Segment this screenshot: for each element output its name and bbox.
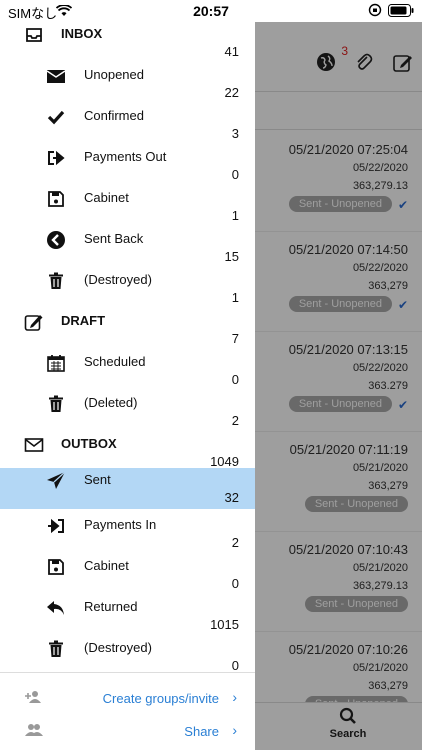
floppy-icon	[48, 559, 64, 575]
folder-inbox[interactable]: INBOX 41	[0, 22, 255, 63]
inbox-icon	[26, 28, 42, 42]
trash-icon	[49, 640, 63, 657]
folder-count: 1049	[210, 454, 239, 469]
folder-deleted[interactable]: (Deleted) 2	[0, 391, 255, 432]
folder-payments-out[interactable]: Payments Out 0	[0, 145, 255, 186]
folder-label: Confirmed	[84, 108, 144, 123]
arrow-left-circle-icon	[47, 231, 65, 249]
envelope-outline-icon	[24, 438, 44, 452]
folder-label: (Deleted)	[84, 395, 138, 410]
sign-out-icon	[48, 150, 65, 166]
chevron-right-icon: ›	[232, 689, 237, 705]
floppy-icon	[48, 191, 64, 207]
folder-count: 1	[231, 208, 239, 223]
drawer-footer: Create groups/invite › Share ›	[0, 672, 255, 750]
folder-scheduled[interactable]: Scheduled 0	[0, 350, 255, 391]
chevron-right-icon: ›	[232, 722, 237, 738]
folder-count: 15	[224, 249, 239, 264]
folder-count: 41	[224, 44, 239, 59]
paper-plane-icon	[47, 471, 66, 489]
folder-label: Sent	[84, 472, 111, 487]
trash-icon	[49, 272, 63, 289]
trash-icon	[49, 395, 63, 412]
folder-returned[interactable]: Returned 1015	[0, 595, 255, 636]
folder-count: 2	[231, 535, 239, 550]
edit-icon	[24, 315, 43, 331]
group-icon	[25, 724, 43, 736]
folder-destroyed[interactable]: (Destroyed) 1	[0, 268, 255, 309]
folder-label: INBOX	[61, 26, 103, 41]
folder-count: 32	[224, 490, 239, 505]
folder-unopened[interactable]: Unopened 22	[0, 63, 255, 104]
folder-count: 1	[231, 290, 239, 305]
folder-count: 0	[231, 658, 239, 673]
create-groups-button[interactable]: Create groups/invite ›	[0, 681, 255, 713]
folder-label: (Destroyed)	[84, 640, 152, 655]
folder-count: 1015	[210, 617, 239, 632]
folder-count: 7	[231, 331, 239, 346]
share-label: Share	[184, 724, 219, 739]
folder-label: Scheduled	[84, 354, 146, 369]
folder-label: (Destroyed)	[84, 272, 152, 287]
reply-icon	[47, 601, 64, 615]
folder-confirmed[interactable]: Confirmed 3	[0, 104, 255, 145]
folder-count: 3	[231, 126, 239, 141]
folder-label: Cabinet	[84, 558, 129, 573]
folder-payments-in[interactable]: Payments In 2	[0, 513, 255, 554]
folder-label: Returned	[84, 599, 138, 614]
folder-cabinet[interactable]: Cabinet 1	[0, 186, 255, 227]
folder-label: Unopened	[84, 67, 144, 82]
orientation-lock-icon	[368, 3, 382, 17]
check-icon	[47, 110, 65, 125]
calendar-icon	[47, 355, 65, 372]
folder-label: Payments Out	[84, 149, 167, 164]
share-button[interactable]: Share ›	[0, 714, 255, 746]
status-bar: SIMなし 20:57	[0, 0, 422, 22]
folder-destroyed-out[interactable]: (Destroyed) 0	[0, 636, 255, 677]
folder-outbox[interactable]: OUTBOX 1049	[0, 432, 255, 473]
folder-draft[interactable]: DRAFT 7	[0, 309, 255, 350]
folder-count: 2	[231, 413, 239, 428]
folder-label: DRAFT	[61, 313, 106, 328]
folder-cabinet-out[interactable]: Cabinet 0	[0, 554, 255, 595]
create-groups-label: Create groups/invite	[102, 691, 219, 706]
sign-in-icon	[48, 518, 64, 534]
side-drawer: INBOX 41 Unopened 22 Confirmed 3 Payment…	[0, 22, 255, 750]
folder-label: OUTBOX	[61, 436, 117, 451]
folder-count: 0	[231, 167, 239, 182]
add-group-icon	[25, 691, 41, 703]
folder-sent-back[interactable]: Sent Back 15	[0, 227, 255, 268]
envelope-icon	[46, 70, 66, 83]
folder-count: 22	[224, 85, 239, 100]
folder-label: Payments In	[84, 517, 157, 532]
battery-icon	[388, 3, 414, 17]
folder-count: 0	[231, 372, 239, 387]
clock: 20:57	[193, 3, 229, 19]
folder-label: Cabinet	[84, 190, 129, 205]
folder-count: 0	[231, 576, 239, 591]
folder-sent[interactable]: Sent 32	[0, 468, 255, 509]
folder-label: Sent Back	[84, 231, 144, 246]
